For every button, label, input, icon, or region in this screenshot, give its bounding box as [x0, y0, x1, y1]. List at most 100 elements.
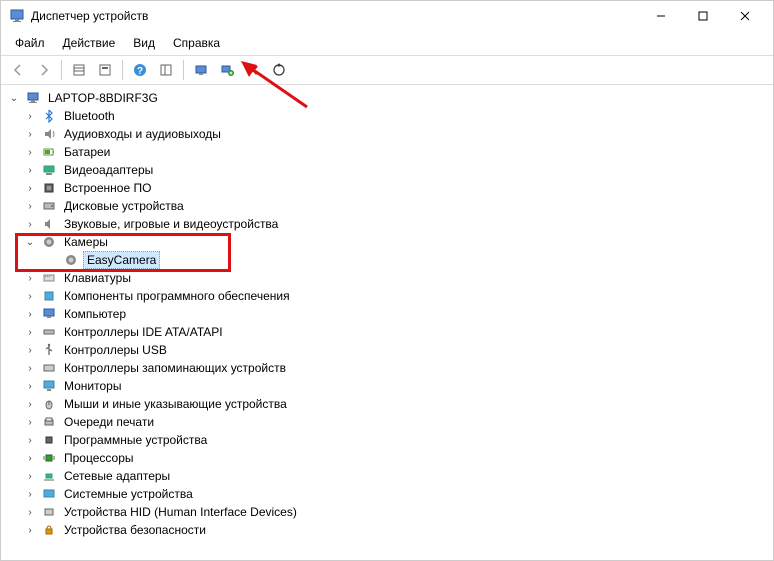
node-label[interactable]: Батареи [61, 144, 113, 160]
node-label-selected[interactable]: EasyCamera [83, 251, 160, 269]
node-label[interactable]: Камеры [61, 234, 111, 250]
update-driver-button[interactable] [268, 59, 290, 81]
chevron-right-icon[interactable]: › [23, 199, 37, 213]
node-label[interactable]: Контроллеры запоминающих устройств [61, 360, 289, 376]
tree-node-computer[interactable]: › Компьютер [3, 305, 771, 323]
chevron-right-icon[interactable]: › [23, 109, 37, 123]
tree-node-easycamera[interactable]: EasyCamera [3, 251, 771, 269]
node-label[interactable]: Видеоадаптеры [61, 162, 156, 178]
node-label[interactable]: Клавиатуры [61, 270, 134, 286]
tree-node-keyboards[interactable]: › Клавиатуры [3, 269, 771, 287]
root-label[interactable]: LAPTOP-8BDIRF3G [45, 90, 161, 106]
speaker-icon [41, 216, 57, 232]
network-icon [41, 468, 57, 484]
node-label[interactable]: Системные устройства [61, 486, 196, 502]
node-label[interactable]: Дисковые устройства [61, 198, 187, 214]
minimize-button[interactable] [641, 2, 681, 30]
tree-node-software[interactable]: › Компоненты программного обеспечения [3, 287, 771, 305]
node-label[interactable]: Контроллеры USB [61, 342, 170, 358]
tree-node-storage[interactable]: › Контроллеры запоминающих устройств [3, 359, 771, 377]
back-button[interactable] [7, 59, 29, 81]
chevron-down-icon[interactable]: ⌄ [23, 235, 37, 249]
chevron-right-icon[interactable]: › [23, 469, 37, 483]
tree-node-network[interactable]: › Сетевые адаптеры [3, 467, 771, 485]
menu-view[interactable]: Вид [125, 33, 163, 53]
tree-node-hid[interactable]: › Устройства HID (Human Interface Device… [3, 503, 771, 521]
tree-node-firmware[interactable]: › Встроенное ПО [3, 179, 771, 197]
forward-button[interactable] [33, 59, 55, 81]
chevron-right-icon[interactable]: › [23, 451, 37, 465]
chevron-right-icon[interactable]: › [23, 127, 37, 141]
uninstall-button[interactable] [242, 59, 264, 81]
node-label[interactable]: Встроенное ПО [61, 180, 154, 196]
node-label[interactable]: Компоненты программного обеспечения [61, 288, 293, 304]
node-label[interactable]: Мониторы [61, 378, 124, 394]
chevron-right-icon[interactable]: › [23, 271, 37, 285]
menu-action[interactable]: Действие [55, 33, 124, 53]
chevron-right-icon[interactable]: › [23, 487, 37, 501]
maximize-button[interactable] [683, 2, 723, 30]
node-label[interactable]: Bluetooth [61, 108, 118, 124]
chevron-down-icon[interactable]: ⌄ [7, 91, 21, 105]
mouse-icon [41, 396, 57, 412]
tree-node-processors[interactable]: › Процессоры [3, 449, 771, 467]
tree-node-security[interactable]: › Устройства безопасности [3, 521, 771, 539]
chevron-right-icon[interactable]: › [23, 181, 37, 195]
tree-node-printqueues[interactable]: › Очереди печати [3, 413, 771, 431]
chevron-right-icon[interactable]: › [23, 325, 37, 339]
node-label[interactable]: Программные устройства [61, 432, 210, 448]
chevron-right-icon[interactable]: › [23, 379, 37, 393]
node-label[interactable]: Процессоры [61, 450, 137, 466]
properties-button[interactable] [94, 59, 116, 81]
chevron-right-icon[interactable]: › [23, 343, 37, 357]
tree-node-diskdrives[interactable]: › Дисковые устройства [3, 197, 771, 215]
node-label[interactable]: Устройства HID (Human Interface Devices) [61, 504, 300, 520]
tree-root[interactable]: ⌄ LAPTOP-8BDIRF3G [3, 89, 771, 107]
chevron-right-icon[interactable]: › [23, 145, 37, 159]
tree-node-ide[interactable]: › Контроллеры IDE ATA/ATAPI [3, 323, 771, 341]
menu-file[interactable]: Файл [7, 33, 53, 53]
menu-help[interactable]: Справка [165, 33, 228, 53]
tree-node-soundvideo[interactable]: › Звуковые, игровые и видеоустройства [3, 215, 771, 233]
chevron-right-icon[interactable]: › [23, 523, 37, 537]
tree-node-mice[interactable]: › Мыши и иные указывающие устройства [3, 395, 771, 413]
tree-node-monitors[interactable]: › Мониторы [3, 377, 771, 395]
display-adapter-icon [41, 162, 57, 178]
chevron-right-icon[interactable]: › [23, 397, 37, 411]
tree-node-usb[interactable]: › Контроллеры USB [3, 341, 771, 359]
node-label[interactable]: Устройства безопасности [61, 522, 209, 538]
chevron-right-icon[interactable]: › [23, 163, 37, 177]
add-legacy-button[interactable] [216, 59, 238, 81]
menubar: Файл Действие Вид Справка [1, 31, 773, 56]
close-button[interactable] [725, 2, 765, 30]
node-label[interactable]: Звуковые, игровые и видеоустройства [61, 216, 281, 232]
chevron-right-icon[interactable]: › [23, 361, 37, 375]
view-button[interactable] [155, 59, 177, 81]
chevron-right-icon[interactable]: › [23, 505, 37, 519]
tree-node-batteries[interactable]: › Батареи [3, 143, 771, 161]
tree-node-videoadapters[interactable]: › Видеоадаптеры [3, 161, 771, 179]
scan-hardware-button[interactable] [190, 59, 212, 81]
node-label[interactable]: Аудиовходы и аудиовыходы [61, 126, 224, 142]
audio-icon [41, 126, 57, 142]
computer-icon [25, 90, 41, 106]
chevron-right-icon[interactable]: › [23, 307, 37, 321]
node-label[interactable]: Контроллеры IDE ATA/ATAPI [61, 324, 226, 340]
chevron-right-icon[interactable]: › [23, 433, 37, 447]
show-hidden-button[interactable] [68, 59, 90, 81]
device-tree[interactable]: ⌄ LAPTOP-8BDIRF3G › Bluetooth › Аудиовхо… [1, 85, 773, 552]
chevron-right-icon[interactable]: › [23, 289, 37, 303]
chevron-right-icon[interactable]: › [23, 217, 37, 231]
tree-node-bluetooth[interactable]: › Bluetooth [3, 107, 771, 125]
tree-node-audio[interactable]: › Аудиовходы и аудиовыходы [3, 125, 771, 143]
tree-node-programdevices[interactable]: › Программные устройства [3, 431, 771, 449]
node-label[interactable]: Очереди печати [61, 414, 157, 430]
tree-node-cameras[interactable]: ⌄ Камеры [3, 233, 771, 251]
node-label[interactable]: Компьютер [61, 306, 129, 322]
help-button[interactable]: ? [129, 59, 151, 81]
chevron-right-icon[interactable]: › [23, 415, 37, 429]
tree-node-system[interactable]: › Системные устройства [3, 485, 771, 503]
node-label[interactable]: Мыши и иные указывающие устройства [61, 396, 290, 412]
chip-icon [41, 432, 57, 448]
node-label[interactable]: Сетевые адаптеры [61, 468, 173, 484]
